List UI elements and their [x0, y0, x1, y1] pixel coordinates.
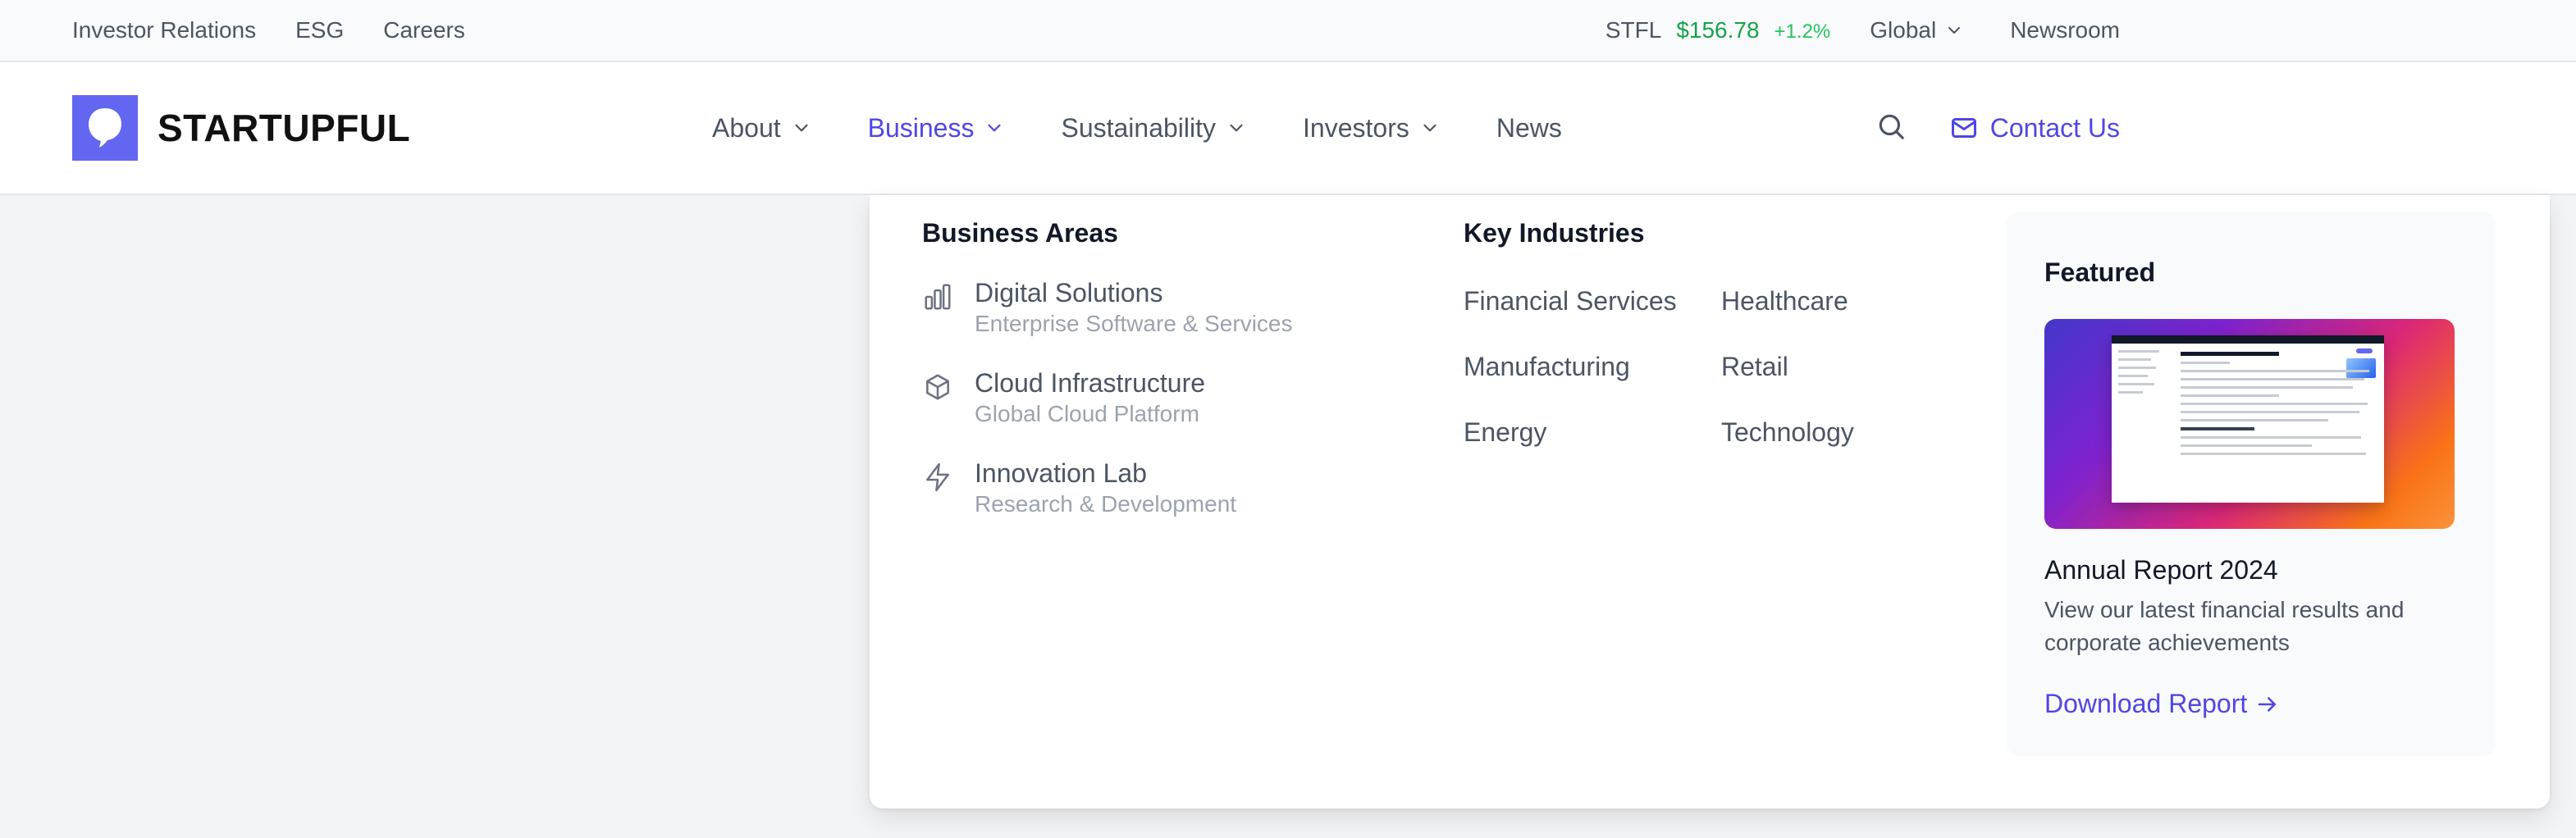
investor-relations-link[interactable]: Investor Relations [72, 17, 256, 43]
header-actions: Contact Us [1875, 62, 2120, 194]
utility-right: STFL $156.78 +1.2% Global Newsroom [1605, 0, 2120, 61]
featured-card: Featured Annual Report 2024 View our lat… [2007, 212, 2496, 756]
area-digital-solutions[interactable]: Digital Solutions Enterprise Software & … [922, 276, 1382, 339]
featured-image[interactable] [2044, 319, 2455, 529]
utility-links: Investor Relations ESG Careers [72, 0, 465, 61]
search-icon [1879, 114, 1904, 139]
lightning-icon [926, 462, 949, 492]
bar-chart-icon [925, 284, 951, 310]
arrow-right-icon [2259, 696, 2277, 712]
mail-icon [1951, 118, 1976, 138]
document-preview [2112, 335, 2384, 503]
key-industries-title: Key Industries [1464, 218, 1645, 248]
logo-mark-icon [72, 95, 138, 161]
chevron-down-icon [795, 124, 808, 132]
nav-business[interactable]: Business [868, 113, 1006, 143]
area-name: Digital Solutions [975, 278, 1163, 307]
industry-healthcare[interactable]: Healthcare [1721, 285, 1885, 317]
industry-financial-services[interactable]: Financial Services [1464, 285, 1721, 317]
download-report-label: Download Report [2044, 689, 2248, 718]
area-name: Innovation Lab [975, 458, 1147, 488]
nav-about-label: About [712, 112, 781, 143]
area-subtitle: Research & Development [975, 491, 1237, 517]
nav-investors-label: Investors [1303, 112, 1409, 143]
esg-link[interactable]: ESG [295, 17, 344, 43]
brand-name: STARTUPFUL [158, 107, 411, 149]
area-subtitle: Enterprise Software & Services [975, 311, 1293, 336]
region-label: Global [1870, 17, 1937, 43]
stock-change: +1.2% [1774, 20, 1831, 43]
chevron-down-icon [988, 124, 1002, 132]
search-button[interactable] [1875, 111, 1907, 146]
nav-news-label: News [1496, 112, 1562, 143]
industry-retail[interactable]: Retail [1721, 350, 1885, 383]
chevron-down-icon [1230, 124, 1243, 132]
newsroom-link[interactable]: Newsroom [2010, 17, 2120, 43]
brand-logo[interactable]: STARTUPFUL [72, 95, 410, 161]
industry-energy[interactable]: Energy [1464, 416, 1721, 449]
chevron-down-icon [1423, 124, 1436, 132]
nav-investors[interactable]: Investors [1303, 113, 1441, 143]
business-mega-menu: Business Areas Digital Solutions Enterpr… [870, 195, 2550, 808]
stock-price: $156.78 [1676, 17, 1760, 43]
key-industries-column: Key Industries Financial Services Health… [1464, 218, 1923, 449]
region-selector[interactable]: Global [1870, 17, 1964, 43]
nav-business-label: Business [867, 112, 975, 143]
nav-sustainability-label: Sustainability [1061, 112, 1217, 143]
area-cloud-infrastructure[interactable]: Cloud Infrastructure Global Cloud Platfo… [922, 367, 1382, 429]
industries-grid: Financial Services Healthcare Manufactur… [1464, 285, 1923, 449]
careers-link[interactable]: Careers [383, 17, 465, 43]
area-name: Cloud Infrastructure [975, 368, 1206, 398]
stock-symbol: STFL [1605, 17, 1662, 43]
nav-about[interactable]: About [712, 113, 812, 143]
stock-ticker: STFL $156.78 +1.2% [1605, 17, 1830, 43]
industry-technology[interactable]: Technology [1721, 416, 1885, 449]
featured-title: Annual Report 2024 [2044, 555, 2278, 585]
cube-icon [926, 374, 949, 400]
main-nav: About Business Sustainability Investors … [712, 62, 1618, 194]
nav-news[interactable]: News [1496, 113, 1562, 143]
contact-us-label: Contact Us [1989, 112, 2120, 143]
nav-sustainability[interactable]: Sustainability [1061, 113, 1247, 143]
chevron-down-icon [1948, 27, 1961, 34]
featured-heading: Featured [2044, 257, 2156, 287]
area-innovation-lab[interactable]: Innovation Lab Research & Development [922, 457, 1382, 519]
industry-manufacturing[interactable]: Manufacturing [1464, 350, 1721, 383]
area-subtitle: Global Cloud Platform [975, 401, 1199, 426]
contact-us-link[interactable]: Contact Us [1949, 113, 2120, 143]
download-report-link[interactable]: Download Report [2044, 689, 2458, 719]
business-areas-title: Business Areas [922, 218, 1118, 248]
main-header: STARTUPFUL About Business Sustainability… [0, 62, 2576, 195]
business-areas-column: Business Areas Digital Solutions Enterpr… [922, 218, 1382, 519]
featured-description: View our latest financial results and co… [2044, 597, 2405, 655]
utility-bar: Investor Relations ESG Careers STFL $156… [0, 0, 2576, 62]
